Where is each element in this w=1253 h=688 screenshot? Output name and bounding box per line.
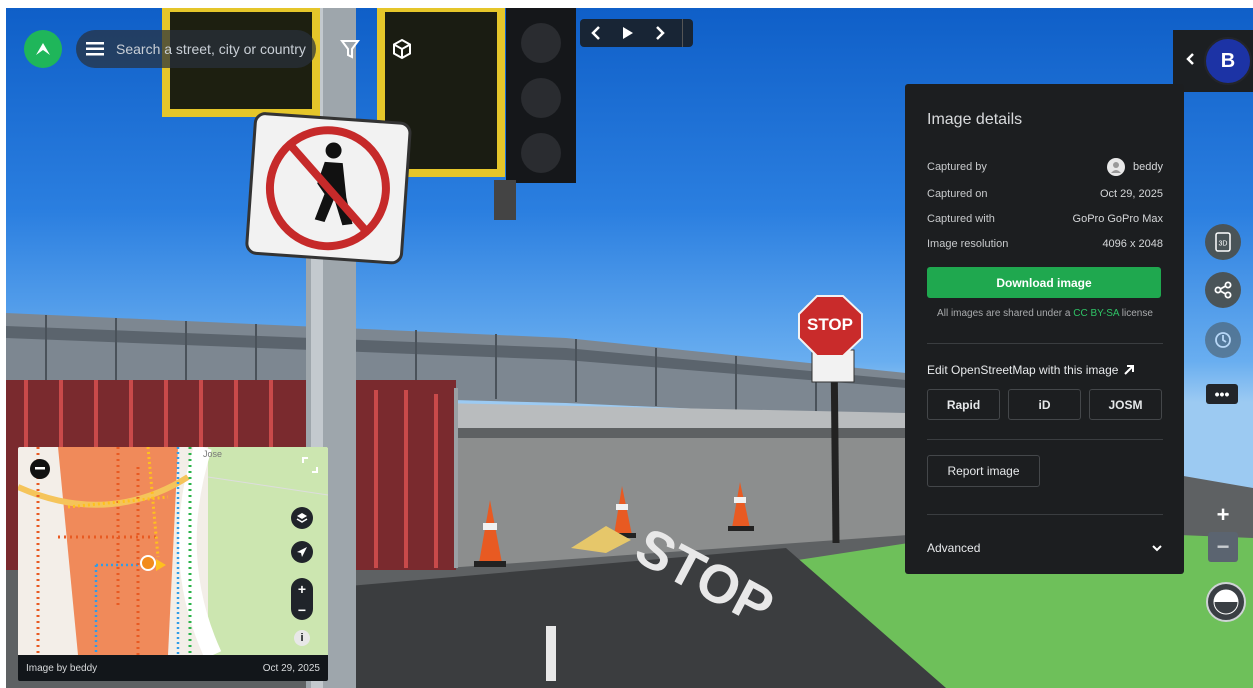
- more-options-button[interactable]: •••: [1206, 384, 1238, 404]
- report-image-button[interactable]: Report image: [927, 455, 1040, 487]
- app-logo[interactable]: [24, 30, 62, 68]
- captured-with-row: Captured with GoPro GoPro Max: [927, 211, 1163, 227]
- map-drawing: Jose: [18, 447, 328, 655]
- collapse-panel-button[interactable]: [1185, 52, 1195, 71]
- divider: [927, 514, 1163, 515]
- edit-josm-button[interactable]: JOSM: [1089, 389, 1162, 420]
- navigation-arrow-icon: [297, 547, 307, 557]
- layers-icon: [296, 513, 308, 523]
- image-date: Oct 29, 2025: [262, 662, 320, 674]
- clock-icon: [1215, 332, 1231, 348]
- license-suffix: license: [1121, 308, 1153, 319]
- row-value: beddy: [1133, 161, 1163, 173]
- sequence-divider: [682, 19, 691, 47]
- minus-icon: [35, 467, 45, 470]
- view-3d-button[interactable]: 3D: [1205, 224, 1241, 260]
- 3d-icon: 3D: [1215, 232, 1231, 252]
- compass-logo-icon: [36, 43, 50, 55]
- svg-text:STOP: STOP: [807, 315, 853, 334]
- next-image-button[interactable]: [644, 19, 676, 47]
- layers-3d-icon[interactable]: [387, 34, 417, 64]
- sequence-controls: [580, 19, 693, 47]
- map-footer: Image by beddy Oct 29, 2025: [18, 655, 328, 681]
- share-icon: [1214, 281, 1232, 299]
- captured-by-user[interactable]: beddy: [1107, 158, 1163, 176]
- search-bar[interactable]: [76, 30, 316, 68]
- menu-icon[interactable]: [76, 42, 114, 56]
- row-label: Captured by: [927, 161, 987, 173]
- expand-icon: [302, 457, 318, 473]
- search-input[interactable]: [114, 40, 314, 58]
- divider: [927, 343, 1163, 344]
- advanced-toggle[interactable]: Advanced: [927, 541, 1163, 555]
- map-zoom-out-button[interactable]: −: [298, 602, 306, 618]
- chevron-down-icon: [1152, 545, 1162, 552]
- play-icon: [623, 27, 633, 39]
- row-value: 4096 x 2048: [1102, 238, 1163, 250]
- map-zoom-in-button[interactable]: +: [298, 581, 306, 597]
- filter-icon[interactable]: [335, 34, 365, 64]
- svg-text:3D: 3D: [1219, 241, 1228, 248]
- image-resolution-row: Image resolution 4096 x 2048: [927, 236, 1163, 252]
- minimize-map-button[interactable]: [30, 459, 50, 479]
- panel-title: Image details: [927, 111, 1023, 128]
- license-prefix: All images are shared under a: [937, 308, 1071, 319]
- zoom-out-button[interactable]: −: [1208, 532, 1238, 562]
- edit-osm-heading: Edit OpenStreetMap with this image: [927, 363, 1135, 377]
- license-link[interactable]: CC BY-SA: [1073, 308, 1119, 319]
- edit-id-button[interactable]: iD: [1008, 389, 1081, 420]
- previous-image-button[interactable]: [580, 19, 612, 47]
- license-text: All images are shared under a CC BY-SA l…: [927, 308, 1163, 319]
- captured-by-row: Captured by beddy: [927, 158, 1163, 176]
- row-label: Image resolution: [927, 238, 1009, 250]
- divider: [927, 439, 1163, 440]
- edit-rapid-button[interactable]: Rapid: [927, 389, 1000, 420]
- history-button[interactable]: [1205, 322, 1241, 358]
- row-label: Captured with: [927, 213, 995, 225]
- chevron-left-icon: [1186, 53, 1194, 65]
- map-layers-button[interactable]: [291, 507, 313, 529]
- svg-text:Jose: Jose: [203, 449, 222, 459]
- share-button[interactable]: [1205, 272, 1241, 308]
- advanced-label: Advanced: [927, 541, 981, 555]
- play-button[interactable]: [612, 19, 644, 47]
- expand-map-button[interactable]: [300, 455, 320, 475]
- map-info-button[interactable]: i: [294, 630, 310, 646]
- row-label: Captured on: [927, 188, 988, 200]
- minimap[interactable]: Jose + − i Image by beddy Oct 29, 2025: [18, 447, 328, 681]
- download-image-button[interactable]: Download image: [927, 267, 1161, 298]
- map-zoom-control: + −: [291, 578, 313, 620]
- external-link-icon: [1124, 365, 1135, 375]
- compass-icon: [1213, 589, 1239, 615]
- chevron-left-icon: [591, 26, 600, 40]
- compass-button[interactable]: [1206, 582, 1246, 622]
- image-author[interactable]: Image by beddy: [26, 663, 97, 674]
- row-value: GoPro GoPro Max: [1072, 213, 1163, 225]
- row-value: Oct 29, 2025: [1100, 188, 1163, 200]
- user-avatar[interactable]: B: [1204, 37, 1252, 85]
- image-details-panel: Image details Captured by beddy Captured…: [905, 84, 1184, 574]
- locate-me-button[interactable]: [291, 541, 313, 563]
- captured-on-row: Captured on Oct 29, 2025: [927, 186, 1163, 202]
- edit-osm-title: Edit OpenStreetMap with this image: [927, 363, 1119, 377]
- zoom-in-button[interactable]: +: [1208, 500, 1238, 530]
- chevron-right-icon: [656, 26, 665, 40]
- user-avatar-icon: [1107, 158, 1126, 176]
